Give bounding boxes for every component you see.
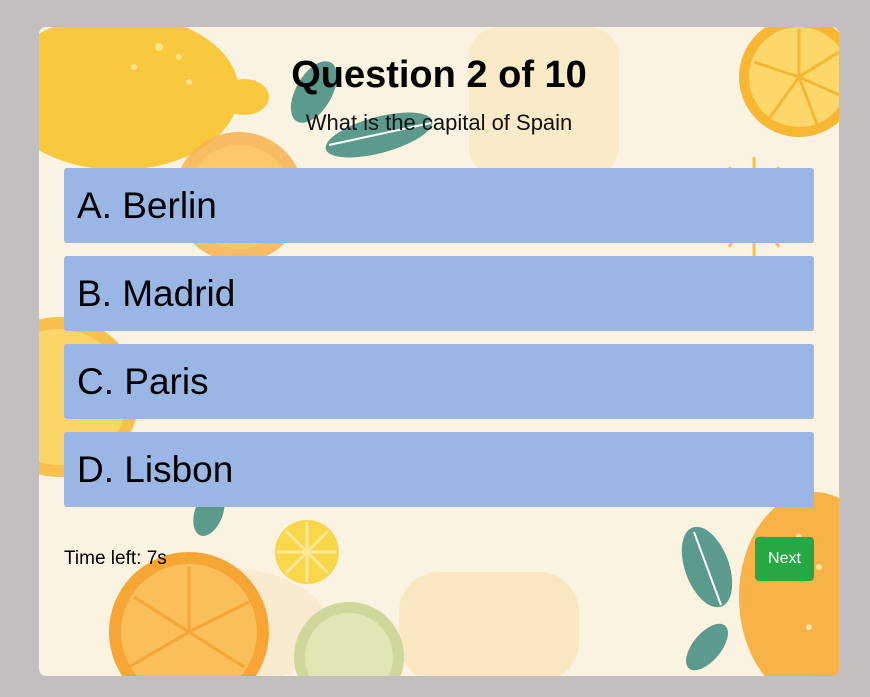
quiz-content: Question 2 of 10 What is the capital of … <box>39 27 839 676</box>
quiz-card: Question 2 of 10 What is the capital of … <box>39 27 839 676</box>
answer-options: A. Berlin B. Madrid C. Paris D. Lisbon <box>64 168 814 520</box>
option-d-button[interactable]: D. Lisbon <box>64 432 814 507</box>
question-text: What is the capital of Spain <box>305 110 573 135</box>
option-b-button[interactable]: B. Madrid <box>64 256 814 331</box>
next-button[interactable]: Next <box>755 537 814 581</box>
question-counter-title: Question 2 of 10 <box>291 54 587 96</box>
time-left-text: Time left: 7s <box>64 548 167 569</box>
option-c-button[interactable]: C. Paris <box>64 344 814 419</box>
option-a-button[interactable]: A. Berlin <box>64 168 814 243</box>
